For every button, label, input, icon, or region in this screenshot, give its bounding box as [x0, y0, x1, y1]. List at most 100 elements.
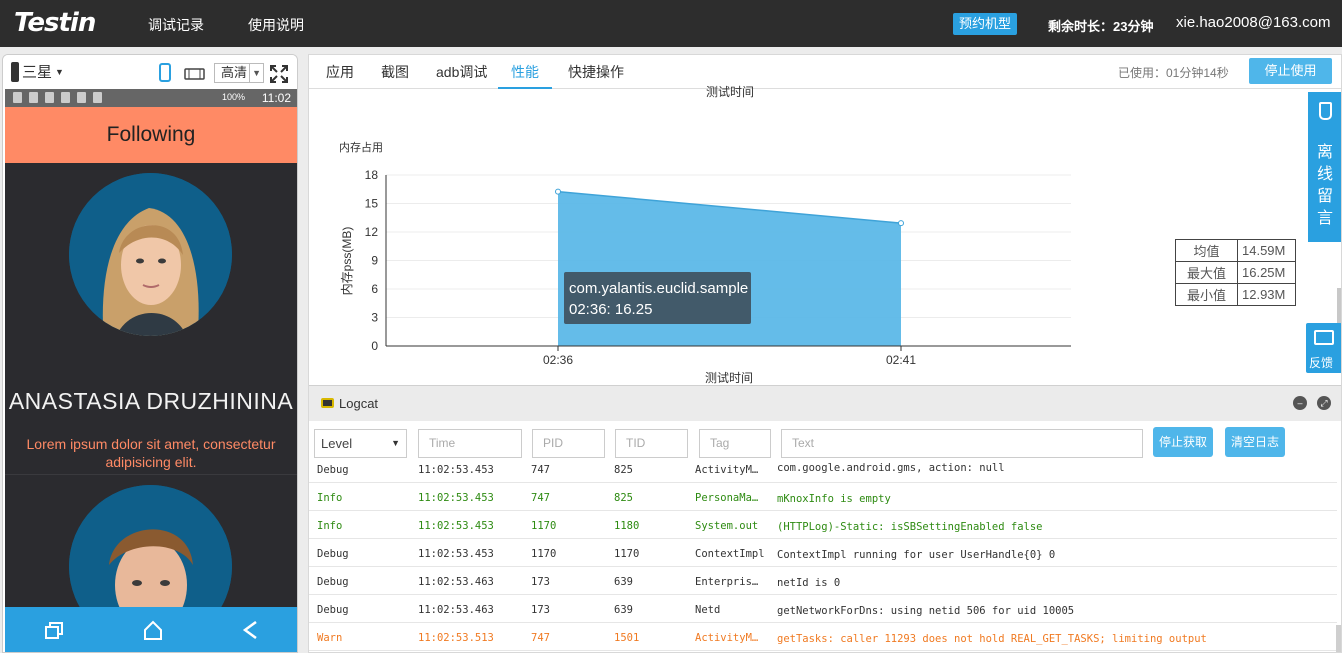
memory-chart: 0 3 6 9 12 15 18 02:36 02:41 测试时间 内存pss(MB) com.yal… — [340, 168, 1071, 385]
log-tag: ActivityM… — [695, 464, 759, 476]
chevron-down-icon: ▼ — [391, 438, 400, 448]
tab-bar: 应用 截图 adb调试 性能 快捷操作 已使用：01分钟14秒 停止使用 — [309, 55, 1341, 89]
logcat-filters: Level ▼ Time PID TID Tag Text 停止获取 清空日志 — [309, 421, 1341, 461]
logcat-scrollbar[interactable] — [1336, 625, 1341, 652]
tid-filter-input[interactable]: TID — [615, 429, 688, 458]
logcat-title: Logcat — [339, 396, 379, 411]
log-time: 11:02:53.463 — [418, 576, 494, 588]
x-tick-label: 02:36 — [543, 353, 573, 367]
log-time: 11:02:53.453 — [418, 548, 494, 560]
device-panel: 三星 ▼ 高清 ▼ 100% 11:02 Following ANASTASIA… — [2, 54, 298, 653]
log-row[interactable]: Debug 11:02:53.463 173 639 Netd getNetworkFor… — [309, 595, 1337, 623]
device-toolbar: 三星 ▼ 高清 ▼ — [3, 55, 297, 88]
log-message: getNetworkForDns: using netid 506 for ui… — [777, 605, 1075, 617]
stats-row-min: 最小值 12.93M — [1175, 283, 1296, 306]
back-icon[interactable] — [241, 620, 259, 640]
device-screen[interactable]: Following ANASTASIA DRUZHININA Lorem ips… — [5, 107, 297, 607]
device-selector[interactable]: 三星 ▼ — [11, 61, 64, 82]
recent-apps-icon[interactable] — [45, 622, 63, 640]
tooltip-title: com.yalantis.euclid.sample — [569, 280, 748, 297]
tab-apps[interactable]: 应用 — [326, 62, 354, 89]
landscape-icon[interactable] — [184, 67, 206, 81]
log-time: 11:02:53.463 — [418, 604, 494, 616]
tab-performance[interactable]: 性能 — [498, 62, 552, 89]
log-time: 11:02:53.453 — [418, 520, 494, 532]
avatar-anastasia[interactable] — [69, 173, 232, 336]
home-icon[interactable] — [143, 620, 163, 640]
reserve-model-button[interactable]: 预约机型 — [953, 13, 1018, 35]
testin-logo[interactable]: Testin — [14, 8, 96, 38]
log-pid: 747 — [531, 632, 550, 644]
log-tid: 1501 — [614, 632, 640, 644]
log-pid: 173 — [531, 576, 550, 588]
logcat-icon — [321, 398, 334, 408]
chevron-down-icon: ▼ — [55, 66, 64, 77]
user-email[interactable]: xie.hao2008@163.com — [1176, 14, 1331, 31]
log-row[interactable]: Debug 11:02:53.453 1170 1170 ContextImpl Cont… — [309, 539, 1337, 567]
log-row[interactable]: Info 11:02:53.453 1170 1180 System.out (HTTPL… — [309, 511, 1337, 539]
stat-label: 最大值 — [1175, 261, 1238, 284]
log-message: getTasks: caller 11293 does not hold REA… — [777, 633, 1207, 645]
stop-using-button[interactable]: 停止使用 — [1249, 58, 1332, 84]
y-tick-label: 15 — [365, 197, 379, 211]
log-time: 11:02:53.453 — [418, 492, 494, 504]
pid-filter-input[interactable]: PID — [532, 429, 605, 458]
log-message: (HTTPLog)-Static: isSBSettingEnabled fal… — [777, 521, 1043, 533]
feedback-button[interactable]: 反馈 — [1306, 323, 1341, 373]
tab-shortcuts[interactable]: 快捷操作 — [568, 62, 624, 89]
log-pid: 747 — [531, 464, 550, 476]
status-icons — [13, 92, 102, 103]
log-level: Info — [317, 520, 343, 532]
tag-filter-input[interactable]: Tag — [699, 429, 771, 458]
quality-value: 高清 — [221, 65, 248, 80]
main-panel: 应用 截图 adb调试 性能 快捷操作 已使用：01分钟14秒 停止使用 测试时… — [308, 54, 1342, 653]
clear-log-button[interactable]: 清空日志 — [1225, 427, 1285, 457]
minimize-icon[interactable]: – — [1293, 396, 1307, 410]
nav-debug-records[interactable]: 调试记录 — [148, 15, 204, 35]
cup-icon — [1319, 102, 1332, 120]
log-row[interactable]: Warn 11:02:53.513 747 1501 ActivityM… getTask… — [309, 623, 1337, 651]
logcat-rows[interactable]: Debug 11:02:53.453 747 825 ActivityM… com.goo… — [309, 462, 1337, 652]
chat-bubble-icon — [1314, 330, 1334, 345]
level-select[interactable]: Level ▼ — [314, 429, 407, 458]
log-row[interactable]: Info 11:02:53.453 747 825 PersonaMa… mKnoxInf… — [309, 483, 1337, 511]
android-status-bar: 100% 11:02 — [5, 89, 297, 107]
log-level: Debug — [317, 464, 349, 476]
x-tick-label: 02:41 — [886, 353, 916, 367]
log-row[interactable]: Debug 11:02:53.453 747 825 ActivityM… com.goo… — [309, 462, 1337, 483]
memory-stats-table: 均值 14.59M 最大值 16.25M 最小值 12.93M — [1175, 239, 1296, 306]
status-time: 11:02 — [261, 91, 291, 105]
quality-select[interactable]: 高清 ▼ — [214, 63, 264, 83]
woman-portrait-image — [69, 173, 232, 336]
fullscreen-icon[interactable] — [270, 65, 288, 83]
tab-adb-debug[interactable]: adb调试 — [436, 62, 487, 89]
stop-fetch-button[interactable]: 停止获取 — [1153, 427, 1213, 457]
log-tag: PersonaMa… — [695, 492, 759, 504]
y-tick-label: 6 — [371, 282, 378, 296]
log-level: Warn — [317, 632, 343, 644]
log-level: Debug — [317, 604, 349, 616]
log-level: Info — [317, 492, 343, 504]
y-tick-label: 18 — [365, 168, 379, 182]
log-tid: 639 — [614, 604, 633, 616]
stat-value: 14.59M — [1237, 239, 1296, 262]
log-pid: 1170 — [531, 520, 557, 532]
nav-usage-guide[interactable]: 使用说明 — [248, 15, 304, 35]
portrait-icon[interactable] — [158, 63, 172, 83]
expand-icon[interactable]: ⤢ — [1317, 396, 1331, 410]
offline-message-tab[interactable]: 离线留言 — [1308, 92, 1341, 242]
data-point — [898, 220, 904, 227]
y-axis-label: 内存pss(MB) — [340, 227, 354, 296]
avatar-man[interactable] — [69, 485, 232, 607]
tab-screenshot[interactable]: 截图 — [381, 62, 409, 89]
text-filter-input[interactable]: Text — [781, 429, 1143, 458]
log-tag: Enterpris… — [695, 576, 759, 588]
feedback-label: 反馈 — [1309, 356, 1334, 370]
log-message: netId is 0 — [777, 577, 841, 589]
top-bar: Testin 调试记录 使用说明 预约机型 剩余时长：23分钟 xie.hao2… — [0, 0, 1342, 47]
data-point — [555, 188, 561, 195]
chart-scrollbar[interactable] — [1337, 288, 1341, 328]
log-row[interactable]: Debug 11:02:53.463 173 639 Enterpris… netId i… — [309, 567, 1337, 595]
logcat-header: Logcat – ⤢ — [309, 385, 1341, 421]
time-filter-input[interactable]: Time — [418, 429, 522, 458]
